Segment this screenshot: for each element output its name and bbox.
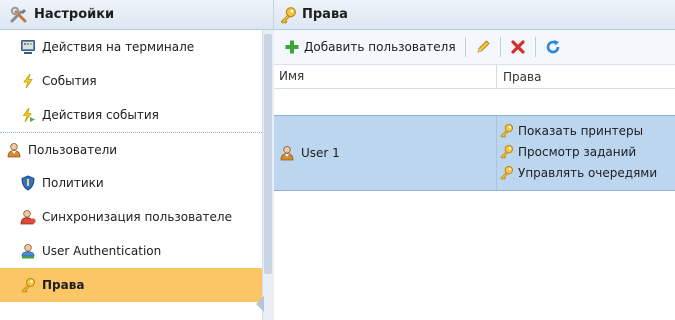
toolbar-separator (534, 37, 536, 57)
sidebar-item-label: Права (42, 278, 85, 292)
right-label: Просмотр заданий (518, 144, 637, 159)
rights-cell: Показать принтеры Просмотр заданий Управ… (497, 116, 657, 190)
sidebar-list: Действия на терминале События Действия с… (0, 30, 262, 302)
toolbar: Добавить пользователя (274, 30, 675, 65)
add-user-label: Добавить пользователя (304, 40, 456, 54)
sidebar-item-rights[interactable]: Права (0, 268, 262, 302)
right-label: Управлять очередями (518, 165, 658, 180)
lightning-icon (23, 73, 33, 89)
sidebar-item-event-actions[interactable]: Действия события (0, 98, 262, 132)
right-label: Показать принтеры (518, 123, 644, 138)
edit-button[interactable] (472, 35, 494, 59)
users-icon (6, 142, 22, 158)
refresh-button[interactable] (542, 35, 564, 59)
sidebar-item-label: User Authentication (42, 244, 162, 258)
table-row[interactable]: User 1 Показать принтеры Просмотр задани… (274, 115, 675, 191)
sidebar-item-label: Пользователи (28, 142, 118, 157)
refresh-icon (546, 40, 559, 54)
column-header-name[interactable]: Имя (274, 65, 497, 88)
terminal-icon (21, 40, 35, 54)
sidebar-item-label: Действия события (42, 108, 159, 122)
user-sync-icon (20, 210, 36, 225)
rights-panel: Права Добавить пользователя Имя Права Us… (274, 0, 675, 320)
sidebar-item-label: События (42, 74, 97, 88)
sidebar-item-terminal-actions[interactable]: Действия на терминале (0, 30, 262, 64)
sidebar-item-user-authentication[interactable]: User Authentication (0, 234, 262, 268)
user-icon (279, 145, 295, 161)
key-icon (499, 144, 514, 159)
scrollbar-thumb[interactable] (264, 34, 272, 274)
right-item: Просмотр заданий (499, 141, 657, 162)
tools-icon (10, 6, 27, 22)
user-cell: User 1 (274, 116, 497, 190)
sidebar-title: Настройки (34, 7, 115, 22)
table-header: Имя Права (274, 65, 675, 89)
panel-header: Права (274, 0, 675, 30)
toolbar-separator (464, 37, 466, 57)
right-item: Показать принтеры (499, 120, 657, 141)
sidebar-item-events[interactable]: События (0, 64, 262, 98)
key-icon (20, 277, 36, 293)
sidebar-scrollbar[interactable] (262, 30, 274, 320)
page-title: Права (302, 7, 348, 22)
delete-icon (510, 40, 525, 54)
delete-button[interactable] (507, 35, 529, 59)
key-icon (279, 6, 297, 24)
pencil-icon (476, 40, 490, 53)
right-item: Управлять очередями (499, 162, 657, 183)
key-icon (499, 165, 514, 180)
event-action-icon (22, 107, 35, 123)
sidebar-item-label: Действия на терминале (42, 40, 195, 54)
plus-icon (285, 40, 299, 54)
column-header-rights[interactable]: Права (497, 70, 541, 84)
sidebar-item-users[interactable]: Пользователи (0, 132, 262, 166)
user-auth-icon (21, 244, 35, 259)
shield-icon (21, 175, 35, 191)
user-name: User 1 (301, 146, 340, 160)
sidebar-item-user-sync[interactable]: Синхронизация пользователе (0, 200, 262, 234)
toolbar-separator (499, 37, 501, 57)
add-user-button[interactable]: Добавить пользователя (281, 35, 459, 59)
sidebar-item-label: Синхронизация пользователе (42, 210, 232, 224)
key-icon (499, 123, 514, 138)
sidebar-item-policies[interactable]: Политики (0, 166, 262, 200)
sidebar-item-label: Политики (42, 176, 104, 190)
sidebar-header: Настройки (0, 0, 273, 30)
settings-sidebar: Настройки Действия на терминале События … (0, 0, 274, 320)
selection-pointer (256, 296, 264, 312)
